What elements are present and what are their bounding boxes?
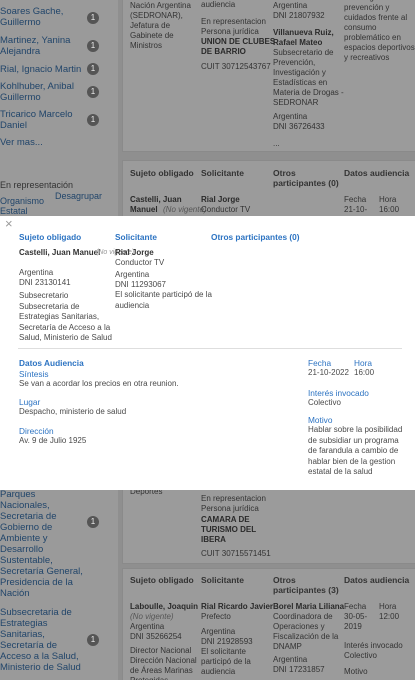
solicitante-text: audiencia	[201, 0, 236, 9]
fecha-label: Fecha	[344, 195, 367, 204]
header-otros: Otros participantes (0)	[273, 168, 339, 188]
sujeto-role: Subsecretario Subsecretaria de Estrategi…	[19, 291, 112, 342]
fecha-label: Fecha	[344, 602, 367, 611]
lugar-label: Lugar	[19, 397, 41, 407]
hora-value: 16:00	[379, 205, 400, 214]
header-solicitante: Solicitante	[201, 168, 244, 178]
fecha-value: 21-10-2022	[308, 368, 349, 377]
hora-label: Hora	[379, 195, 397, 204]
ungroup-toggle[interactable]: Desagrupar	[55, 191, 105, 201]
motivo-label: Motivo	[344, 667, 368, 676]
header-datos: Datos audiencia	[344, 168, 410, 178]
interes-value: Colectivo	[308, 398, 341, 407]
sujeto-name: Castelli, Juan Manuel	[19, 248, 101, 257]
hearing-card: Sujeto obligado Solicitante Otros partic…	[122, 568, 415, 680]
hora-label: Hora	[379, 602, 397, 611]
otros-more[interactable]: ...	[273, 139, 280, 149]
motivo-value: Hablar sobre la posibilidad de subsidiar…	[308, 425, 403, 476]
count-badge: 1	[87, 634, 99, 646]
hora-value: 12:00	[379, 612, 400, 621]
motivo-label: Motivo	[308, 415, 333, 425]
representation-label: En representación	[0, 180, 74, 190]
fecha-value: 30-05- 2019	[344, 612, 368, 631]
solicitante-country: Argentina	[115, 270, 150, 279]
datos-text: Estrategias de prevención y cuidados fre…	[344, 0, 415, 62]
close-icon[interactable]: ×	[5, 217, 13, 230]
count-badge: 1	[87, 86, 99, 98]
header-otros: Otros participantes (3)	[273, 575, 339, 595]
solicitante-details: Argentina DNI 21928593 El solicitante pa…	[201, 627, 253, 676]
sidebar-item[interactable]: Parques Nacionales, Secretaria de Gobier…	[0, 489, 105, 599]
more-link[interactable]: Ver mas...	[0, 137, 105, 148]
fecha-label: Fecha	[308, 358, 332, 368]
direccion-value: Av. 9 de Julio 1925	[19, 436, 87, 445]
count-badge: 1	[87, 12, 99, 24]
sintesis-label: Síntesis	[19, 369, 49, 379]
obligado-role: Director Nacional Dirección Nacional de …	[130, 646, 197, 680]
header-sujeto: Sujeto obligado	[130, 575, 194, 585]
solicitante-role: Prefecto	[201, 612, 231, 621]
hearing-card: Nación Argentina (SEDRONAR), Jefatura de…	[122, 0, 415, 152]
otros-name: Villanueva Ruiz, Rafael Mateo	[273, 28, 334, 47]
solicitante-org: UNION DE CLUBES DE BARRIO	[201, 37, 276, 56]
solicitante-role: Conductor TV	[201, 205, 251, 214]
solicitante-cuit: CUIT 30715571451	[201, 549, 271, 558]
otros-role: Coordinadora de Operaciones y Fiscalizac…	[273, 612, 339, 651]
solicitante-role: Conductor TV	[115, 258, 165, 267]
header-otros-participantes: Otros participantes (0)	[211, 232, 300, 242]
interes-label: Interés invocado	[308, 388, 369, 398]
hora-value: 16:00	[354, 368, 375, 377]
solicitante-name: Rial Jorge	[115, 248, 154, 257]
obligado-name: Laboulle, Joaquin	[130, 602, 199, 611]
sintesis-value: Se van a acordar los precios en otra reu…	[19, 379, 179, 388]
header-sujeto-obligado: Sujeto obligado	[19, 232, 82, 242]
hora-label: Hora	[354, 358, 372, 368]
hearing-card: Deportes En representacion Persona juríd…	[122, 482, 415, 564]
lugar-value: Despacho, ministerio de salud	[19, 407, 127, 416]
direccion-label: Dirección	[19, 426, 54, 436]
interes-label: Interés invocado	[344, 641, 403, 650]
solicitante-participation-note: El solicitante participó de la audiencia	[115, 290, 212, 310]
solicitante-org: CAMARA DE TURISMO DEL IBERA	[201, 515, 257, 544]
hearing-card: Sujeto obligado Solicitante Otros partic…	[122, 160, 415, 218]
otros-details: Argentina DNI 17231857	[273, 655, 325, 674]
header-solicitante: Solicitante	[201, 575, 244, 585]
count-badge: 1	[87, 114, 99, 126]
sujeto-dni: DNI 23130141	[19, 278, 71, 287]
interes-value: Colectivo	[344, 651, 377, 660]
solicitante-dni: DNI 11293067	[115, 280, 166, 289]
otros-role: Subsecretario de Prevención, Investigaci…	[273, 48, 344, 107]
solicitante-representation: En representacion Persona jurídica	[201, 494, 266, 513]
solicitante-name: Rial Jorge	[201, 195, 240, 204]
solicitante-cuit: CUIT 30712543767	[201, 62, 271, 71]
section-divider	[18, 348, 402, 349]
obligado-details: Argentina DNI 35266254	[130, 622, 182, 641]
obligado-note: (No vigente)	[130, 612, 174, 621]
fecha-value: 21-10-	[344, 205, 368, 214]
header-solicitante: Solicitante	[115, 232, 157, 242]
otros-country: Argentina DNI 36726433	[273, 112, 325, 131]
count-badge: 1	[87, 516, 99, 528]
count-badge: 1	[87, 40, 99, 52]
sujeto-country: Argentina	[19, 268, 54, 277]
otros-name: Borel Maria Liliana	[273, 602, 345, 611]
datos-audiencia-title: Datos Audiencia	[19, 358, 84, 368]
header-sujeto: Sujeto obligado	[130, 168, 194, 178]
solicitante-representation: En representacion Persona jurídica	[201, 17, 266, 36]
header-datos: Datos audiencia	[344, 575, 410, 585]
otros-details: Argentina DNI 21807932	[273, 1, 325, 20]
count-badge: 1	[87, 63, 99, 75]
obligado-details: Nación Argentina (SEDRONAR), Jefatura de…	[130, 1, 191, 50]
solicitante-name: Rial Ricardo Javier	[201, 602, 274, 611]
